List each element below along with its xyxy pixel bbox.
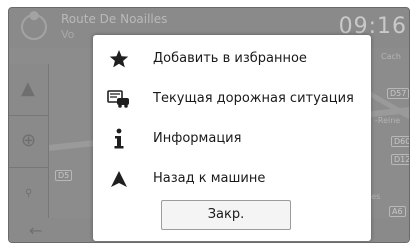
menu-item-label: Информация [153, 131, 242, 146]
map-tag-d5: D5 [55, 170, 73, 181]
menu-item-traffic[interactable]: Текущая дорожная ситуация [93, 80, 371, 118]
menu-item-add-favorite[interactable]: Добавить в избранное [93, 40, 371, 78]
zoom-in-icon: ⊕ [21, 130, 37, 151]
nav-arrow-button[interactable]: ▲ [9, 64, 49, 116]
arrow-up-icon [107, 167, 131, 191]
traffic-icon [107, 87, 131, 111]
arrow-up-icon: ▲ [21, 78, 35, 99]
context-menu: Добавить в избранное Текущая дорожная си… [93, 35, 371, 241]
map-label-reine: -Reine [375, 116, 401, 125]
info-icon [107, 127, 131, 151]
road-name: Route De Noailles [61, 12, 168, 26]
star-icon [107, 47, 131, 71]
compass-north-icon: ⬤ [29, 11, 40, 21]
road-subtitle: Vo [61, 28, 75, 41]
menu-item-info[interactable]: Информация [93, 120, 371, 158]
map-tag-d12: D12 [391, 154, 409, 165]
back-arrow-icon[interactable]: ← [29, 221, 42, 240]
menu-item-label: Текущая дорожная ситуация [153, 91, 354, 106]
zoom-out-button[interactable]: ⚲ [9, 168, 49, 220]
menu-item-back-to-car[interactable]: Назад к машине [93, 160, 371, 198]
close-button[interactable]: Закр. [161, 200, 291, 230]
map-tag-a6: A6 [389, 206, 406, 217]
map-tag-d60: D60 [391, 136, 409, 147]
map-tag-d57: D57 [387, 88, 409, 99]
menu-item-label: Добавить в избранное [153, 51, 307, 66]
menu-item-label: Назад к машине [153, 171, 266, 186]
nav-screen: ⬤ Route De Noailles Vo 09:16 ▲ ⊕ ⚲ Cach … [8, 7, 410, 243]
map-label-cache: Cach [381, 52, 401, 61]
zoom-out-icon: ⚲ [25, 188, 33, 199]
zoom-in-button[interactable]: ⊕ [9, 116, 49, 168]
